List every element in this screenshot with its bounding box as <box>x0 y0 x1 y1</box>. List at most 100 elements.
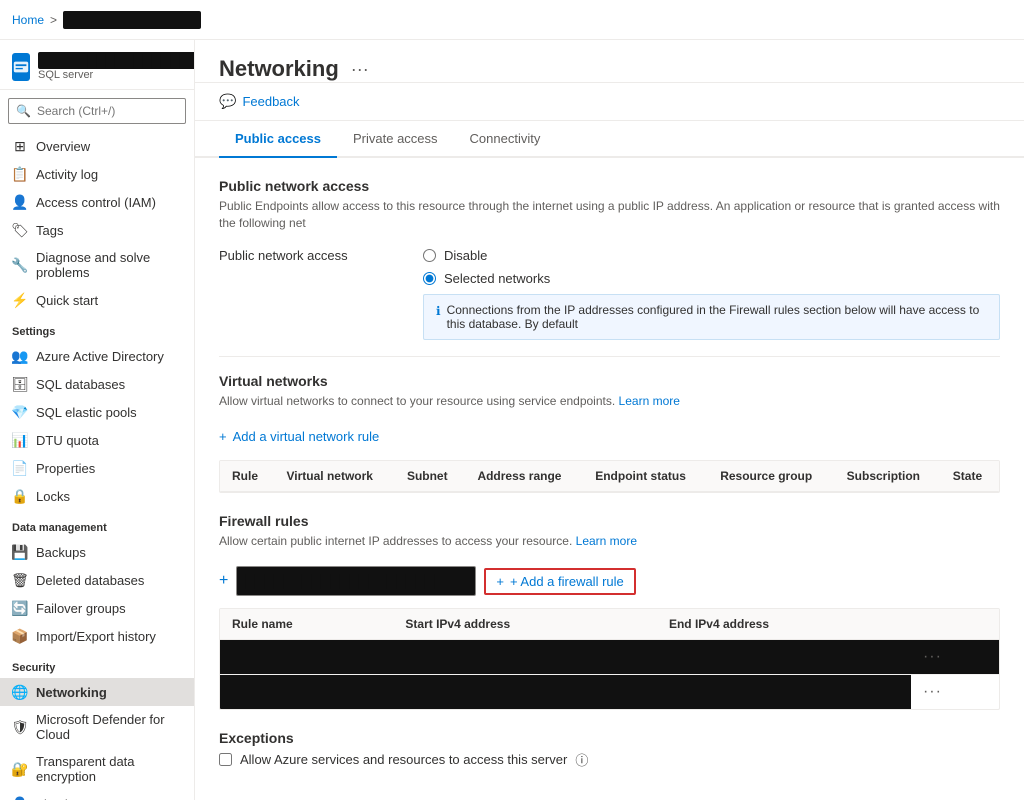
data-management-section-label: Data management <box>0 510 194 538</box>
virtual-networks-learn-more[interactable]: Learn more <box>619 394 680 408</box>
allow-azure-services-checkbox[interactable] <box>219 753 232 766</box>
exceptions-checkbox-row: Allow Azure services and resources to ac… <box>219 750 1000 769</box>
radio-disable-input[interactable] <box>423 249 436 262</box>
sidebar-label-import-export: Import/Export history <box>36 629 156 644</box>
add-firewall-rule-button[interactable]: + + Add a firewall rule <box>484 568 635 595</box>
sidebar-label-quick-start: Quick start <box>36 293 98 308</box>
sidebar-item-access-control[interactable]: 👤 Access control (IAM) <box>0 188 194 216</box>
public-network-section-desc: Public Endpoints allow access to this re… <box>219 198 1000 232</box>
vn-col-address: Address range <box>465 461 583 492</box>
more-options-icon[interactable]: ··· <box>351 59 369 80</box>
feedback-link[interactable]: Feedback <box>242 94 299 109</box>
breadcrumb-resource: ████████████ <box>63 11 201 29</box>
fw-row-ellipsis-1[interactable]: ··· <box>911 640 999 675</box>
sidebar-item-sql-databases[interactable]: 🗄 SQL databases <box>0 370 194 398</box>
radio-selected-input[interactable] <box>423 272 436 285</box>
sidebar-item-overview[interactable]: ⊞ Overview <box>0 132 194 160</box>
fw-row-ellipsis-2[interactable]: ··· <box>911 675 999 710</box>
sidebar-item-properties[interactable]: 📄 Properties <box>0 454 194 482</box>
table-row: ··· <box>220 675 999 710</box>
vn-col-subnet: Subnet <box>395 461 466 492</box>
tab-connectivity[interactable]: Connectivity <box>454 121 557 158</box>
search-container: 🔍 <box>8 98 186 124</box>
divider-1 <box>219 356 1000 357</box>
sidebar-item-locks[interactable]: 🔒 Locks <box>0 482 194 510</box>
table-row: ··· <box>220 640 999 675</box>
page-header: Networking ··· <box>195 40 1024 83</box>
main-layout: ████████████████ SQL server 🔍 ⊞ Overview… <box>0 40 1024 800</box>
radio-disable[interactable]: Disable <box>423 248 1000 263</box>
plus-icon: + <box>219 429 227 444</box>
sidebar-item-tags[interactable]: 🏷 Tags <box>0 216 194 244</box>
ellipsis-icon-1[interactable]: ··· <box>923 648 942 665</box>
sidebar-item-tde[interactable]: 🔐 Transparent data encryption <box>0 748 194 790</box>
breadcrumb-separator: > <box>50 13 57 27</box>
content-area: Networking ··· 💬 Feedback Public access … <box>195 40 1024 800</box>
sidebar-label-activity-log: Activity log <box>36 167 98 182</box>
deleted-databases-icon: 🗑 <box>12 572 28 588</box>
locks-icon: 🔒 <box>12 488 28 504</box>
virtual-networks-section-title: Virtual networks <box>219 373 1000 389</box>
vn-col-rg: Resource group <box>708 461 834 492</box>
sidebar-label-properties: Properties <box>36 461 95 476</box>
top-bar: Home > ████████████ <box>0 0 1024 40</box>
firewall-add-row: + + + Add a firewall rule <box>219 566 1000 596</box>
sidebar: ████████████████ SQL server 🔍 ⊞ Overview… <box>0 40 195 800</box>
sidebar-label-dtu-quota: DTU quota <box>36 433 99 448</box>
sidebar-item-azure-ad[interactable]: 👥 Azure Active Directory <box>0 342 194 370</box>
resource-icon <box>12 53 30 81</box>
import-export-icon: 📦 <box>12 628 28 644</box>
fw-col-start-ip: Start IPv4 address <box>393 609 657 640</box>
sidebar-label-tde: Transparent data encryption <box>36 754 182 784</box>
fw-col-rule-name: Rule name <box>220 609 393 640</box>
virtual-networks-table: Rule Virtual network Subnet Address rang… <box>220 461 999 492</box>
feedback-bar: 💬 Feedback <box>195 83 1024 121</box>
search-icon: 🔍 <box>16 104 31 118</box>
radio-disable-label: Disable <box>444 248 487 263</box>
sidebar-item-defender[interactable]: 🛡 Microsoft Defender for Cloud <box>0 706 194 748</box>
firewall-rules-table: Rule name Start IPv4 address End IPv4 ad… <box>220 609 999 709</box>
search-input[interactable] <box>8 98 186 124</box>
sidebar-item-activity-log[interactable]: 📋 Activity log <box>0 160 194 188</box>
activity-log-icon: 📋 <box>12 166 28 182</box>
add-virtual-network-rule-button[interactable]: + Add a virtual network rule <box>219 425 379 448</box>
sidebar-item-import-export[interactable]: 📦 Import/Export history <box>0 622 194 650</box>
network-info-text: Connections from the IP addresses config… <box>447 303 987 331</box>
network-access-row: Public network access Disable Selected n… <box>219 248 1000 340</box>
sidebar-item-sql-elastic[interactable]: 💎 SQL elastic pools <box>0 398 194 426</box>
ellipsis-icon-2[interactable]: ··· <box>923 683 942 700</box>
exceptions-title: Exceptions <box>219 730 1000 746</box>
sidebar-item-failover-groups[interactable]: 🔄 Failover groups <box>0 594 194 622</box>
breadcrumb-home[interactable]: Home <box>12 13 44 27</box>
vn-col-state: State <box>941 461 999 492</box>
sidebar-item-deleted-databases[interactable]: 🗑 Deleted databases <box>0 566 194 594</box>
tab-private-access[interactable]: Private access <box>337 121 454 158</box>
sidebar-item-backups[interactable]: 💾 Backups <box>0 538 194 566</box>
sidebar-item-networking[interactable]: 🌐 Networking <box>0 678 194 706</box>
resource-subtitle: SQL server <box>38 69 195 81</box>
tab-public-access[interactable]: Public access <box>219 121 337 158</box>
tabs-bar: Public access Private access Connectivit… <box>195 121 1024 158</box>
virtual-networks-section-desc: Allow virtual networks to connect to you… <box>219 393 1000 410</box>
firewall-add-plus-icon: + <box>219 572 228 590</box>
sql-elastic-icon: 💎 <box>12 404 28 420</box>
fw-col-actions <box>911 609 999 640</box>
sidebar-label-identity: Identity <box>36 797 78 800</box>
firewall-rules-section-title: Firewall rules <box>219 513 1000 529</box>
sidebar-item-dtu-quota[interactable]: 📊 DTU quota <box>0 426 194 454</box>
sidebar-item-diagnose[interactable]: 🔧 Diagnose and solve problems <box>0 244 194 286</box>
firewall-input[interactable] <box>236 566 476 596</box>
radio-selected-label: Selected networks <box>444 271 550 286</box>
fw-col-end-ip: End IPv4 address <box>657 609 911 640</box>
vn-col-vnet: Virtual network <box>275 461 395 492</box>
radio-selected-networks[interactable]: Selected networks <box>423 271 1000 286</box>
firewall-learn-more[interactable]: Learn more <box>576 534 637 548</box>
properties-icon: 📄 <box>12 460 28 476</box>
sidebar-item-quick-start[interactable]: ⚡ Quick start <box>0 286 194 314</box>
sidebar-item-identity[interactable]: 👤 Identity <box>0 790 194 800</box>
feedback-icon: 💬 <box>219 93 236 110</box>
vn-col-endpoint: Endpoint status <box>583 461 708 492</box>
sidebar-label-azure-ad: Azure Active Directory <box>36 349 164 364</box>
sidebar-label-tags: Tags <box>36 223 63 238</box>
sql-databases-icon: 🗄 <box>12 376 28 392</box>
